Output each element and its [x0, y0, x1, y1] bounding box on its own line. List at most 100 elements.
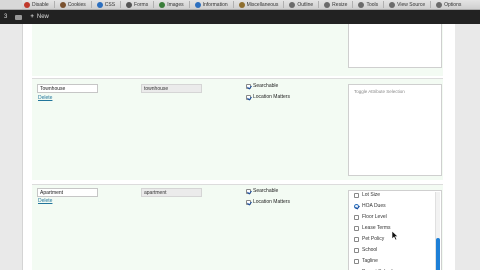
checkbox-icon[interactable] — [354, 192, 359, 198]
type-name-input[interactable]: Townhouse — [37, 84, 98, 93]
toolbar-item-label: Cookies — [67, 1, 86, 8]
toolbar-images-menu[interactable]: Images — [159, 1, 184, 8]
checkbox-checked-icon[interactable] — [354, 203, 359, 209]
attribute-option[interactable]: Lot Size — [354, 192, 380, 198]
searchable-checkbox[interactable]: Searchable — [246, 188, 278, 194]
updates-count: 3 — [4, 14, 8, 20]
toolbar-miscellaneous-menu[interactable]: Miscellaneous — [238, 1, 279, 8]
attribute-option[interactable]: Pet Policy — [354, 236, 384, 242]
toolbar-cookies-menu[interactable]: Cookies — [59, 1, 86, 8]
attribute-option[interactable]: Floor Level — [354, 214, 387, 220]
toolbar-information-menu[interactable]: Information — [194, 1, 228, 8]
toolbar-separator — [430, 1, 432, 8]
resize-icon — [324, 1, 331, 8]
toolbar-item-label: Options — [444, 1, 462, 8]
attributes-table: Townhouse Delete townhouse Searchable Lo… — [22, 24, 455, 270]
toolbar-item-label: View Source — [397, 1, 426, 8]
cookies-icon — [59, 1, 66, 8]
attribute-option[interactable]: Tagline — [354, 258, 378, 264]
toolbar-tools-menu[interactable]: Tools — [358, 1, 379, 8]
type-name-input[interactable]: Apartment — [37, 188, 98, 197]
checkbox-icon[interactable] — [354, 225, 359, 231]
toolbar-separator — [232, 1, 234, 8]
disable-icon — [24, 1, 30, 8]
toolbar-separator — [153, 1, 155, 8]
toolbar-item-label: Images — [167, 1, 184, 8]
toolbar-outline-menu[interactable]: Outline — [289, 1, 314, 8]
attribute-option-label: Lease Terms — [362, 225, 391, 231]
toolbar-item-label: Resize — [332, 1, 348, 8]
admin-bar-updates[interactable]: 3 — [0, 10, 11, 24]
attribute-list-scrollbar[interactable] — [435, 192, 440, 270]
attribute-selection-box[interactable]: Toggle Attribute Selection — [348, 84, 442, 176]
searchable-label: Searchable — [253, 83, 279, 89]
checkbox-icon[interactable] — [354, 258, 359, 264]
information-icon — [194, 1, 201, 8]
outline-icon — [289, 1, 296, 8]
type-slug-input[interactable]: townhouse — [141, 84, 202, 93]
checkbox-checked-icon — [246, 188, 251, 194]
toolbar-disable-menu[interactable]: Disable — [24, 1, 49, 8]
web-developer-toolbar: Disable Cookies CSS Forms Images Information M… — [0, 0, 480, 10]
checkbox-checked-icon — [246, 199, 251, 205]
attribute-option-label: School — [362, 247, 378, 253]
images-icon — [159, 1, 166, 8]
scrollbar-thumb[interactable] — [436, 238, 440, 270]
toolbar-item-label: Tools — [366, 1, 379, 8]
attribute-option-label: Pet Policy — [362, 236, 385, 242]
right-gutter — [455, 24, 480, 270]
toolbar-item-label: Information — [202, 1, 228, 8]
attribute-option-label: HOA Dues — [362, 203, 386, 209]
toolbar-item-label: Miscellaneous — [246, 1, 279, 8]
toolbar-item-label: Forms — [134, 1, 149, 8]
checkbox-icon[interactable] — [354, 236, 359, 242]
options-icon — [436, 1, 443, 8]
toolbar-item-label: Disable — [32, 1, 49, 8]
attribute-option-label: Lot Size — [362, 192, 381, 198]
table-row — [32, 24, 443, 76]
miscellaneous-icon — [238, 1, 245, 8]
location-matters-checkbox[interactable]: Location Matters — [246, 94, 290, 100]
toolbar-separator — [120, 1, 122, 8]
toolbar-item-label: Outline — [297, 1, 314, 8]
toolbar-left-panel — [0, 0, 22, 9]
attribute-option[interactable]: HOA Dues — [354, 203, 386, 209]
searchable-checkbox[interactable]: Searchable — [246, 83, 278, 89]
toolbar-separator — [188, 1, 190, 8]
toolbar-separator — [90, 1, 92, 8]
checkbox-icon[interactable] — [354, 247, 359, 253]
admin-bar: 3 + New — [0, 10, 480, 24]
toolbar-separator — [352, 1, 354, 8]
toolbar-view-source-menu[interactable]: View Source — [389, 1, 426, 8]
toolbar-separator — [383, 1, 385, 8]
toolbar-options-menu[interactable]: Options — [436, 1, 462, 8]
searchable-label: Searchable — [253, 188, 279, 194]
view-source-icon — [389, 1, 396, 8]
location-matters-label: Location Matters — [253, 199, 290, 205]
attribute-option[interactable]: Lease Terms — [354, 225, 391, 231]
admin-bar-comments[interactable] — [11, 10, 26, 24]
toolbar-separator — [53, 1, 55, 8]
toolbar-item-label: CSS — [104, 1, 116, 8]
delete-link[interactable]: Delete — [38, 95, 52, 101]
location-matters-label: Location Matters — [253, 94, 290, 100]
checkbox-checked-icon — [246, 94, 251, 100]
new-label: New — [36, 14, 49, 20]
toolbar-forms-menu[interactable]: Forms — [126, 1, 149, 8]
attribute-selection-box[interactable] — [348, 24, 442, 68]
type-slug-input[interactable]: apartment — [141, 188, 202, 197]
attribute-selection-list[interactable]: Lot Size HOA Dues Floor Level Lease Terms Pe… — [348, 190, 442, 270]
toolbar-css-menu[interactable]: CSS — [96, 1, 116, 8]
screen: Disable Cookies CSS Forms Images Information M… — [0, 0, 480, 270]
toolbar-separator — [283, 1, 285, 8]
location-matters-checkbox[interactable]: Location Matters — [246, 199, 290, 205]
attribute-option-label: Floor Level — [362, 214, 387, 220]
toolbar-resize-menu[interactable]: Resize — [324, 1, 348, 8]
attribute-option-label: Tagline — [362, 258, 378, 264]
mouse-cursor-icon — [392, 231, 399, 241]
delete-link[interactable]: Delete — [38, 198, 52, 204]
css-icon — [96, 1, 103, 8]
admin-bar-new[interactable]: + New — [26, 10, 53, 24]
checkbox-icon[interactable] — [354, 214, 359, 220]
attribute-option[interactable]: School — [354, 247, 377, 253]
